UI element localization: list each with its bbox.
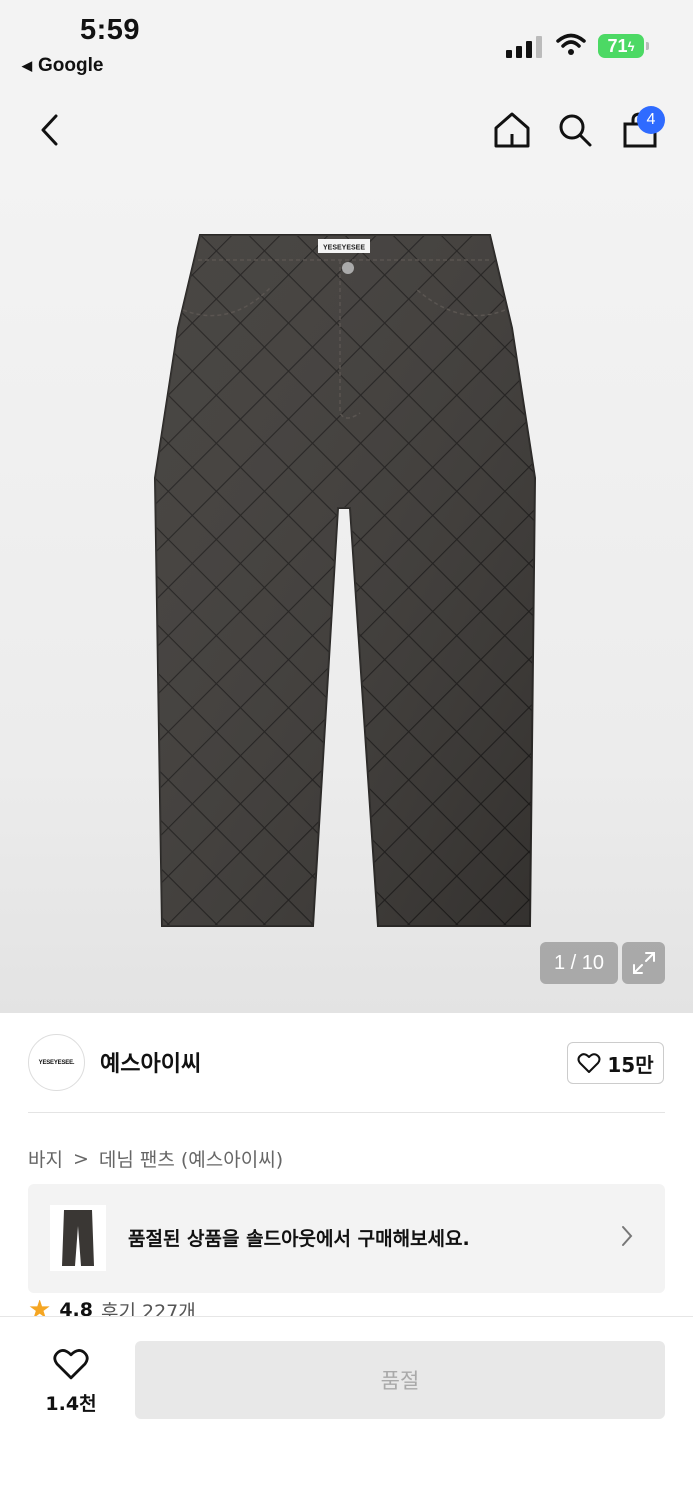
top-nav <box>0 88 693 178</box>
divider <box>28 1112 665 1113</box>
chevron-left-icon <box>41 114 58 146</box>
charging-bolt-icon: ϟ <box>627 38 635 54</box>
home-icon <box>494 112 530 148</box>
heart-icon <box>53 1349 89 1380</box>
cellular-signal-icon <box>506 34 542 58</box>
jeans-tag-label: YESEYESEE <box>323 245 365 252</box>
soldout-banner[interactable]: 품절된 상품을 솔드아웃에서 구매해보세요. <box>28 1184 665 1293</box>
wishlist-count: 1.4천 <box>45 1393 97 1415</box>
soldout-banner-text: 품절된 상품을 솔드아웃에서 구매해보세요. <box>128 1228 470 1250</box>
product-image-gallery[interactable]: YESEYESEE <box>0 178 693 1013</box>
bottom-action-bar: 1.4천 품절 <box>0 1316 693 1500</box>
breadcrumb: 바지 > 데님 팬츠 (예스아이씨) <box>28 1145 283 1172</box>
soldout-buy-button[interactable]: 품절 <box>135 1341 665 1419</box>
heart-icon <box>577 1053 601 1073</box>
image-pager: 1 / 10 <box>540 942 618 984</box>
chevron-right-icon <box>622 1226 633 1246</box>
search-button[interactable] <box>553 108 597 152</box>
soldout-thumbnail <box>50 1205 106 1271</box>
back-button[interactable] <box>28 108 72 152</box>
battery-indicator: 71 ϟ <box>598 34 649 58</box>
brand-name[interactable]: 예스아이씨 <box>100 1046 201 1078</box>
brand-logo[interactable]: YESEYESEE. <box>28 1034 85 1091</box>
back-app-label: Google <box>38 55 104 76</box>
back-triangle-icon: ◀ <box>22 58 32 73</box>
cart-count-badge: 4 <box>637 106 665 134</box>
expand-icon <box>632 952 655 974</box>
breadcrumb-subcategory[interactable]: 데님 팬츠 (예스아이씨) <box>99 1145 283 1172</box>
expand-image-button[interactable] <box>622 942 665 984</box>
breadcrumb-separator: > <box>72 1147 89 1170</box>
home-button[interactable] <box>490 108 534 152</box>
status-bar: 5:59 ◀ Google 71 ϟ <box>0 0 693 88</box>
brand-like-button[interactable]: 15만 <box>567 1042 664 1084</box>
battery-level: 71 <box>607 35 628 56</box>
brand-logo-text: YESEYESEE. <box>38 1059 75 1066</box>
wifi-icon <box>556 33 586 55</box>
wishlist-button[interactable]: 1.4천 <box>38 1347 104 1416</box>
product-image: YESEYESEE <box>153 234 537 927</box>
breadcrumb-category[interactable]: 바지 <box>28 1145 63 1172</box>
back-to-app-link[interactable]: ◀ Google <box>22 55 103 77</box>
status-time: 5:59 <box>80 14 141 46</box>
brand-like-count: 15만 <box>607 1052 654 1077</box>
search-icon <box>559 114 592 147</box>
